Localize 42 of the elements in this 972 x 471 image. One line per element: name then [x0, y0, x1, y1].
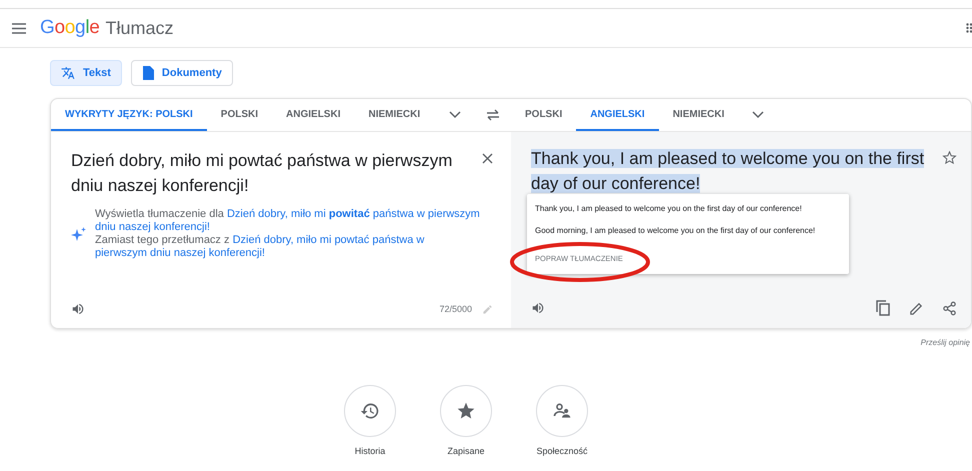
suggestion-link[interactable]: dniu naszej konferencji! — [95, 221, 210, 233]
mode-tab[interactable]: Tekst — [50, 60, 122, 86]
close-icon[interactable] — [482, 153, 493, 164]
suggestion-link[interactable]: Dzień dobry, miło mi powitać państwa w pierwszym — [226, 208, 480, 220]
language-tab[interactable]: POLSKI — [206, 99, 272, 131]
speaker-icon[interactable] — [71, 302, 85, 316]
shortcut-button[interactable] — [440, 385, 492, 437]
language-tab[interactable]: NIEMIECKI — [658, 99, 738, 131]
shortcut-button[interactable] — [344, 385, 396, 437]
sparkle-icon — [71, 226, 87, 242]
speaker-icon[interactable] — [531, 301, 545, 315]
suggestion-text: Wyświetla tłumaczenie dla — [95, 208, 224, 220]
feedback-link[interactable]: Prześlij opinię — [50, 338, 970, 347]
source-text[interactable]: Dzień dobry, miło mi powtać państwa w pierwszym dniu naszej konferencji! — [71, 148, 472, 198]
shortcut-label: Historia — [354, 446, 386, 456]
language-tab[interactable]: POLSKI — [511, 99, 576, 131]
pencil-icon[interactable] — [909, 300, 924, 316]
google-logo: Google — [40, 17, 100, 39]
product-name: Tłumacz — [106, 18, 174, 38]
language-tab[interactable]: ANGIELSKI — [272, 99, 354, 131]
shortcut-label: Społeczność — [536, 446, 588, 456]
suggestion-link[interactable]: pierwszym dniu naszej konferencji! — [95, 247, 265, 259]
document-icon — [142, 66, 154, 80]
suggestion-link[interactable]: Dzień dobry, miło mi powtać państwa w — [232, 234, 424, 246]
pencil-icon — [482, 304, 493, 314]
star-icon — [456, 401, 476, 421]
alternative-translation[interactable]: Thank you, I am pleased to welcome you on the first day of our conference! — [535, 204, 841, 213]
translation-text: Thank you, I am pleased to welcome you on the first day of our conference! — [531, 148, 926, 195]
copy-icon[interactable] — [876, 300, 891, 316]
mode-tab[interactable]: Dokumenty — [130, 60, 233, 86]
language-tab[interactable]: WYKRYTY JĘZYK: POLSKI — [51, 99, 207, 131]
share-icon[interactable] — [942, 300, 957, 316]
alternative-translation[interactable]: Good morning, I am pleased to welcome you on the first day of our conference! — [535, 226, 841, 235]
translate-icon — [61, 66, 75, 80]
star-icon[interactable] — [942, 150, 957, 165]
character-counter: 72/5000 — [439, 304, 472, 314]
menu-icon[interactable] — [12, 22, 26, 34]
shortcut-button[interactable] — [536, 385, 588, 437]
suggestion-text: Zamiast tego przetłumacz z — [95, 234, 230, 246]
shortcut-label: Zapisane — [447, 446, 485, 456]
language-tab[interactable]: NIEMIECKI — [354, 99, 434, 131]
history-icon — [360, 401, 380, 421]
